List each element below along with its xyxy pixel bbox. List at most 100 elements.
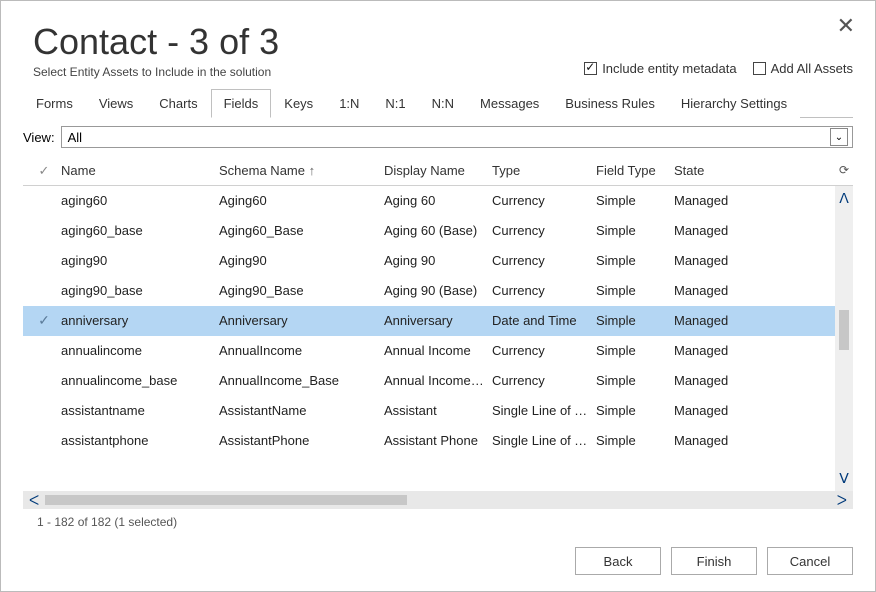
tab-views[interactable]: Views [86, 89, 146, 118]
cell-name: aging90_base [61, 283, 219, 298]
back-button[interactable]: Back [575, 547, 661, 575]
horizontal-scrollbar[interactable]: ᐸ ᐳ [23, 491, 853, 509]
scroll-up-icon[interactable]: ᐱ [839, 190, 849, 207]
tab-n-1[interactable]: N:1 [372, 89, 418, 118]
cell-type: Currency [492, 223, 596, 238]
tab-keys[interactable]: Keys [271, 89, 326, 118]
cell-name: aging60_base [61, 223, 219, 238]
cell-name: aging60 [61, 193, 219, 208]
cell-name: assistantphone [61, 433, 219, 448]
cell-fieldtype: Simple [596, 223, 674, 238]
scrollbar-track[interactable] [45, 495, 831, 505]
view-label: View: [23, 130, 55, 145]
include-metadata-label: Include entity metadata [602, 61, 736, 76]
table-row[interactable]: assistantnameAssistantNameAssistantSingl… [23, 396, 853, 426]
finish-button[interactable]: Finish [671, 547, 757, 575]
cell-fieldtype: Simple [596, 253, 674, 268]
tab-forms[interactable]: Forms [23, 89, 86, 118]
checkbox-icon [753, 62, 766, 75]
cell-display: Aging 60 [384, 193, 492, 208]
col-state[interactable]: State [674, 163, 794, 178]
view-select[interactable]: All ⌄ [61, 126, 853, 148]
include-metadata-checkbox[interactable]: Include entity metadata [584, 61, 736, 76]
cell-fieldtype: Simple [596, 433, 674, 448]
cell-state: Managed [674, 403, 794, 418]
cell-fieldtype: Simple [596, 283, 674, 298]
checkmark-icon[interactable]: ✓ [27, 163, 61, 179]
cell-state: Managed [674, 283, 794, 298]
tab-hierarchy-settings[interactable]: Hierarchy Settings [668, 89, 800, 118]
view-value: All [68, 130, 82, 145]
vertical-scrollbar[interactable]: ᐱ ᐯ [835, 186, 853, 491]
col-fieldtype[interactable]: Field Type [596, 163, 674, 178]
scrollbar-thumb[interactable] [45, 495, 406, 505]
cell-schema: Aging60_Base [219, 223, 384, 238]
table-row[interactable]: aging60Aging60Aging 60CurrencySimpleMana… [23, 186, 853, 216]
footer: Back Finish Cancel [23, 529, 853, 575]
table-row[interactable]: ✓anniversaryAnniversaryAnniversaryDate a… [23, 306, 853, 336]
cell-state: Managed [674, 253, 794, 268]
cell-schema: Aging90_Base [219, 283, 384, 298]
scroll-left-icon[interactable]: ᐸ [29, 492, 39, 509]
cell-type: Date and Time [492, 313, 596, 328]
cell-state: Managed [674, 223, 794, 238]
tab-business-rules[interactable]: Business Rules [552, 89, 668, 118]
tab-fields[interactable]: Fields [211, 89, 272, 118]
close-icon[interactable]: ✕ [837, 13, 855, 39]
table-row[interactable]: annualincomeAnnualIncomeAnnual IncomeCur… [23, 336, 853, 366]
cell-display: Annual Income [384, 343, 492, 358]
col-schema[interactable]: Schema Name ↑ [219, 163, 384, 178]
scrollbar-thumb[interactable] [839, 310, 849, 350]
cell-display: Assistant Phone [384, 433, 492, 448]
refresh-icon[interactable]: ⟳ [839, 163, 849, 177]
cell-name: annualincome [61, 343, 219, 358]
add-all-assets-checkbox[interactable]: Add All Assets [753, 61, 853, 76]
cell-state: Managed [674, 433, 794, 448]
cell-state: Managed [674, 343, 794, 358]
add-all-assets-label: Add All Assets [771, 61, 853, 76]
tab-charts[interactable]: Charts [146, 89, 210, 118]
grid: ✓ Name Schema Name ↑ Display Name Type F… [23, 156, 853, 529]
cell-schema: Aging60 [219, 193, 384, 208]
tab-1-n[interactable]: 1:N [326, 89, 372, 118]
cell-fieldtype: Simple [596, 193, 674, 208]
cell-type: Currency [492, 193, 596, 208]
tab-strip: FormsViewsChartsFieldsKeys1:NN:1N:NMessa… [23, 88, 853, 118]
checkbox-icon [584, 62, 597, 75]
cell-name: assistantname [61, 403, 219, 418]
grid-body: aging60Aging60Aging 60CurrencySimpleMana… [23, 186, 853, 491]
cell-type: Single Line of Text [492, 403, 596, 418]
cell-schema: AnnualIncome [219, 343, 384, 358]
dialog: ✕ Contact - 3 of 3 Select Entity Assets … [0, 0, 876, 592]
table-row[interactable]: aging90Aging90Aging 90CurrencySimpleMana… [23, 246, 853, 276]
cell-schema: Anniversary [219, 313, 384, 328]
col-type[interactable]: Type [492, 163, 596, 178]
table-row[interactable]: aging60_baseAging60_BaseAging 60 (Base)C… [23, 216, 853, 246]
cancel-button[interactable]: Cancel [767, 547, 853, 575]
cell-fieldtype: Simple [596, 403, 674, 418]
cell-display: Annual Income (... [384, 373, 492, 388]
scroll-right-icon[interactable]: ᐳ [837, 492, 847, 509]
col-display[interactable]: Display Name [384, 163, 492, 178]
cell-state: Managed [674, 193, 794, 208]
cell-display: Assistant [384, 403, 492, 418]
table-row[interactable]: assistantphoneAssistantPhoneAssistant Ph… [23, 426, 853, 456]
cell-type: Single Line of Text [492, 433, 596, 448]
cell-state: Managed [674, 313, 794, 328]
cell-schema: AssistantName [219, 403, 384, 418]
tab-n-n[interactable]: N:N [419, 89, 467, 118]
cell-schema: Aging90 [219, 253, 384, 268]
cell-type: Currency [492, 283, 596, 298]
scroll-down-icon[interactable]: ᐯ [839, 470, 849, 487]
col-name[interactable]: Name [61, 163, 219, 178]
cell-type: Currency [492, 253, 596, 268]
cell-fieldtype: Simple [596, 313, 674, 328]
cell-name: annualincome_base [61, 373, 219, 388]
table-row[interactable]: annualincome_baseAnnualIncome_BaseAnnual… [23, 366, 853, 396]
pager-label: 1 - 182 of 182 (1 selected) [23, 509, 853, 529]
cell-state: Managed [674, 373, 794, 388]
cell-type: Currency [492, 373, 596, 388]
tab-messages[interactable]: Messages [467, 89, 552, 118]
chevron-down-icon: ⌄ [830, 128, 848, 146]
table-row[interactable]: aging90_baseAging90_BaseAging 90 (Base)C… [23, 276, 853, 306]
